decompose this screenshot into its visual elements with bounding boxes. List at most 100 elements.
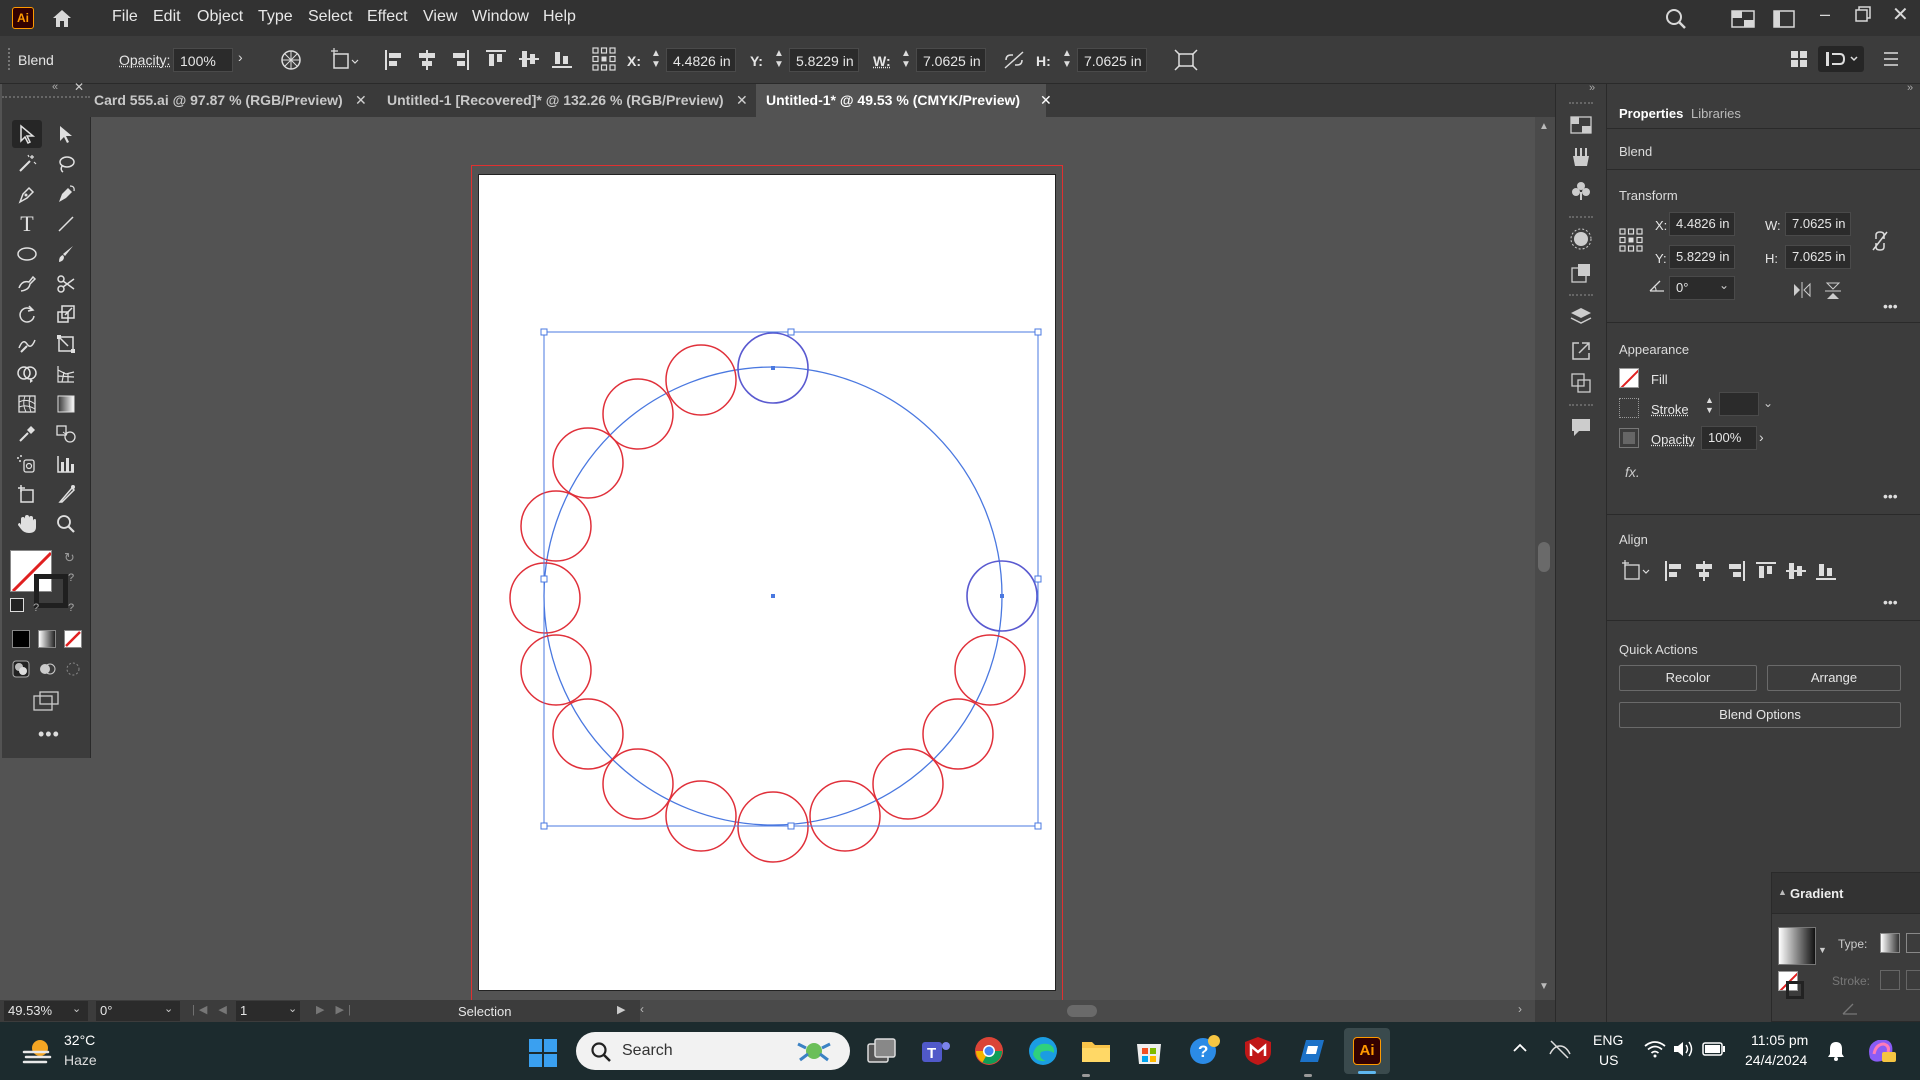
bounding-box-handle[interactable] xyxy=(788,329,794,335)
vertical-scrollbar[interactable]: ▲ ▼ xyxy=(1535,117,1555,1000)
weather-temperature[interactable]: 32°C xyxy=(64,1032,95,1048)
constrain-proportions-icon[interactable] xyxy=(1871,230,1889,252)
close-tab-icon[interactable]: ✕ xyxy=(355,84,367,117)
y-input[interactable]: 5.8229 in xyxy=(789,48,859,72)
panel-menu-icon[interactable] xyxy=(1882,50,1900,68)
constrain-proportions-icon[interactable] xyxy=(1003,50,1025,70)
opacity-input[interactable]: 100% xyxy=(173,48,233,72)
reference-point-icon[interactable] xyxy=(1619,228,1643,252)
ellipse-tool-icon[interactable] xyxy=(12,240,42,268)
align-vertical-center-icon[interactable] xyxy=(517,48,541,70)
canvas-area[interactable] xyxy=(90,117,1535,1000)
stroke-label[interactable]: Stroke xyxy=(1651,402,1689,417)
menu-view[interactable]: View xyxy=(423,8,457,26)
zoom-tool-icon[interactable] xyxy=(51,510,81,538)
notification-bell-icon[interactable] xyxy=(1826,1040,1846,1062)
artboard-tool-icon[interactable] xyxy=(12,480,42,508)
menu-type[interactable]: Type xyxy=(258,8,293,26)
chevron-down-icon[interactable]: ⌄ xyxy=(1719,278,1729,292)
w-stepper-icon[interactable]: ▲ ▼ xyxy=(901,48,911,70)
menu-select[interactable]: Select xyxy=(308,8,352,26)
align-to-icon[interactable] xyxy=(1621,560,1653,582)
arrange-documents-icon[interactable] xyxy=(1773,10,1795,28)
chevron-down-icon[interactable]: ⌄ xyxy=(164,1002,173,1015)
microsoft-store-icon[interactable] xyxy=(1134,1036,1164,1066)
export-panel-icon[interactable] xyxy=(1570,340,1592,362)
control-center-icon[interactable] xyxy=(1296,1036,1328,1066)
scale-tool-icon[interactable] xyxy=(51,300,81,328)
menu-window[interactable]: Window xyxy=(472,8,529,26)
direct-selection-tool-icon[interactable] xyxy=(51,120,81,148)
tab-card-555[interactable]: Card 555.ai @ 97.87 % (RGB/Preview) xyxy=(94,84,380,117)
battery-icon[interactable] xyxy=(1702,1042,1726,1056)
wifi-icon[interactable] xyxy=(1644,1040,1666,1058)
hand-tool-icon[interactable] xyxy=(12,510,42,538)
paintbrush-tool-icon[interactable] xyxy=(51,240,81,268)
w-input[interactable]: 7.0625 in xyxy=(916,48,986,72)
menu-edit[interactable]: Edit xyxy=(153,8,181,26)
chevron-up-icon[interactable] xyxy=(1512,1040,1528,1056)
transform-panel-icon[interactable] xyxy=(1570,116,1592,134)
bounding-box-handle[interactable] xyxy=(541,576,547,582)
clock-date[interactable]: 24/4/2024 xyxy=(1745,1052,1807,1068)
chrome-icon[interactable] xyxy=(974,1036,1004,1066)
weather-condition[interactable]: Haze xyxy=(64,1052,97,1068)
artboards-panel-icon[interactable] xyxy=(1570,262,1592,284)
status-menu-icon[interactable]: ▶ xyxy=(617,1003,625,1016)
chevron-down-icon[interactable]: ⌄ xyxy=(288,1002,297,1015)
scissors-tool-icon[interactable] xyxy=(51,270,81,298)
lasso-tool-icon[interactable] xyxy=(51,150,81,178)
tab-properties[interactable]: Properties xyxy=(1619,106,1683,121)
free-transform-tool-icon[interactable] xyxy=(51,330,81,358)
stroke-weight-input[interactable] xyxy=(1719,392,1759,416)
more-options-icon[interactable]: ••• xyxy=(1883,298,1898,314)
symbols-panel-icon[interactable] xyxy=(1570,180,1592,202)
edit-toolbar-icon[interactable]: ••• xyxy=(38,724,60,745)
bounding-box-handle[interactable] xyxy=(788,823,794,829)
stroke-gradient-option[interactable] xyxy=(1906,970,1920,990)
transform-icon[interactable] xyxy=(1174,49,1198,71)
teams-icon[interactable]: T xyxy=(920,1036,952,1066)
close-tab-icon[interactable]: ✕ xyxy=(736,84,748,117)
artboard-nav-next-icon[interactable]: ▶ ▶| xyxy=(316,1003,355,1016)
line-segment-tool-icon[interactable] xyxy=(51,210,81,238)
linear-gradient-button[interactable] xyxy=(1880,933,1900,953)
get-help-icon[interactable]: ? xyxy=(1188,1034,1222,1066)
align-top-icon[interactable] xyxy=(484,48,508,70)
none-mode-icon[interactable] xyxy=(64,630,82,648)
align-bottom-icon[interactable] xyxy=(1815,560,1837,582)
w-input[interactable]: 7.0625 in xyxy=(1785,212,1851,236)
symbol-sprayer-tool-icon[interactable] xyxy=(12,450,42,478)
align-left-icon[interactable] xyxy=(383,48,405,72)
collapse-panel-icon[interactable]: » xyxy=(1907,82,1913,94)
stroke-swatch[interactable] xyxy=(1619,398,1639,418)
weather-haze-icon[interactable] xyxy=(22,1036,54,1066)
align-right-icon[interactable] xyxy=(449,48,471,72)
chevron-right-icon[interactable]: › xyxy=(238,49,256,71)
mesh-tool-icon[interactable] xyxy=(12,390,42,418)
search-icon[interactable] xyxy=(1664,7,1688,31)
more-options-icon[interactable]: ••• xyxy=(1883,488,1898,504)
align-top-icon[interactable] xyxy=(1755,560,1777,582)
file-explorer-icon[interactable] xyxy=(1080,1036,1112,1066)
minimize-icon[interactable]: – xyxy=(1820,4,1830,25)
perspective-grid-tool-icon[interactable] xyxy=(51,360,81,388)
selection-tool-icon[interactable] xyxy=(12,120,42,148)
bounding-box-handle[interactable] xyxy=(1035,576,1041,582)
chevron-right-icon[interactable]: › xyxy=(1759,426,1777,450)
align-horizontal-center-icon[interactable] xyxy=(1693,560,1715,582)
home-icon[interactable] xyxy=(50,7,74,29)
windows-start-icon[interactable] xyxy=(528,1038,558,1068)
tab-libraries[interactable]: Libraries xyxy=(1691,106,1741,121)
bounding-box-handle[interactable] xyxy=(1035,329,1041,335)
workspace-switcher-button[interactable] xyxy=(1818,46,1864,72)
h-stepper-icon[interactable]: ▲ ▼ xyxy=(1062,48,1072,70)
clock-time[interactable]: 11:05 pm xyxy=(1751,1032,1808,1048)
blend-artwork[interactable] xyxy=(90,117,1535,1000)
menu-file[interactable]: File xyxy=(112,8,138,26)
chevron-down-icon[interactable]: ▼ xyxy=(1818,945,1827,955)
tab-untitled-1-recovered[interactable]: Untitled-1 [Recovered]* @ 132.26 % (RGB/… xyxy=(387,84,740,117)
magic-wand-tool-icon[interactable] xyxy=(12,150,42,178)
x-input[interactable]: 4.4826 in xyxy=(666,48,736,72)
more-options-icon[interactable]: ••• xyxy=(1883,594,1898,610)
